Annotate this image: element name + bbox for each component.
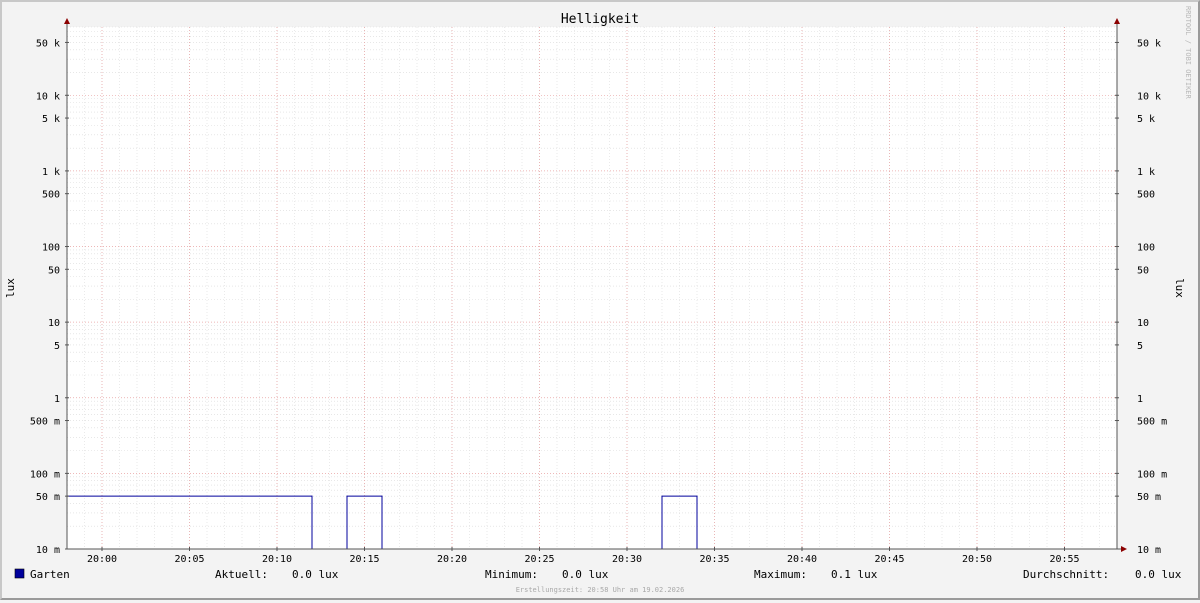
y-tick-label: 100 m [1137, 469, 1167, 480]
y-tick-label: 500 m [30, 417, 60, 428]
y-tick-label: 50 [1137, 265, 1149, 276]
chart: 50 k 10 k 5 k 1 k 500 100 50 10 5 1 500 m 100 m 50 m… [4, 6, 1192, 594]
y-tick-label: 10 m [1137, 545, 1161, 556]
x-tick-label: 20:00 [87, 554, 117, 565]
chart-title: Helligkeit [561, 12, 639, 27]
y-tick-label: 10 [48, 318, 60, 329]
y-tick-label: 100 [42, 243, 60, 254]
x-axis-arrow [1121, 546, 1127, 552]
y-tick-labels-left: 50 k 10 k 5 k 1 k 500 100 50 10 5 1 500 m 100 m 50 m… [30, 38, 60, 556]
x-tick-labels: 20:00 20:05 20:10 20:15 20:20 20:25 20:30 20:35… [87, 554, 1080, 565]
stat-minimum-label: Minimum: [485, 568, 538, 581]
graph-frame: 50 k 10 k 5 k 1 k 500 100 50 10 5 1 500 m 100 m 50 m… [0, 0, 1200, 600]
y-tick-label: 10 [1137, 318, 1149, 329]
y-tick-label: 50 k [1137, 38, 1161, 49]
x-tick-label: 20:20 [437, 554, 467, 565]
y-tick-label: 500 [1137, 190, 1155, 201]
y-tick-label: 1 [54, 394, 60, 405]
y-tick-label: 5 [54, 341, 60, 352]
y-tick-label: 1 [1137, 394, 1143, 405]
footer-timestamp: Erstellungszeit: 20:58 Uhr am 19.02.2026 [516, 586, 685, 594]
stat-average-value: 0.0 lux [1135, 568, 1182, 581]
y-tick-label: 50 m [36, 492, 60, 503]
y-tick-label: 500 m [1137, 417, 1167, 428]
y-tick-label: 5 [1137, 341, 1143, 352]
y-tick-label: 100 m [30, 469, 60, 480]
x-tick-label: 20:10 [262, 554, 292, 565]
y-axis-label-right: lux [1173, 278, 1186, 298]
y-tick-label: 5 k [42, 114, 60, 125]
x-tick-label: 20:25 [524, 554, 554, 565]
y-tick-label: 100 [1137, 243, 1155, 254]
legend-series-name: Garten [30, 568, 70, 581]
y-tick-label: 1 k [42, 167, 60, 178]
stat-minimum-value: 0.0 lux [562, 568, 609, 581]
y-axis-arrow-right [1114, 18, 1120, 24]
x-tick-label: 20:50 [962, 554, 992, 565]
y-tick-label: 50 [48, 265, 60, 276]
x-tick-label: 20:05 [174, 554, 204, 565]
stat-average-label: Durchschnitt: [1023, 568, 1109, 581]
x-tick-label: 20:30 [612, 554, 642, 565]
y-tick-label: 500 [42, 190, 60, 201]
x-tick-label: 20:15 [349, 554, 379, 565]
y-tick-label: 10 k [36, 91, 60, 102]
x-tick-label: 20:40 [787, 554, 817, 565]
legend-swatch [14, 568, 25, 579]
y-tick-labels-right: 50 k 10 k 5 k 1 k 500 100 50 10 5 1 500 m 100 m 50 m… [1137, 38, 1167, 556]
y-tick-label: 50 k [36, 38, 60, 49]
y-tick-label: 50 m [1137, 492, 1161, 503]
y-tick-label: 10 k [1137, 91, 1161, 102]
y-axis-arrow-left [64, 18, 70, 24]
stat-current-value: 0.0 lux [292, 568, 339, 581]
y-axis-label-left: lux [4, 278, 17, 298]
watermark: RRDTOOL / TOBI OETIKER [1184, 6, 1192, 100]
stat-maximum-label: Maximum: [754, 568, 807, 581]
stat-current-label: Aktuell: [215, 568, 268, 581]
y-tick-label: 1 k [1137, 167, 1155, 178]
stat-maximum-value: 0.1 lux [831, 568, 878, 581]
x-tick-label: 20:35 [699, 554, 729, 565]
y-tick-label: 10 m [36, 545, 60, 556]
y-tick-label: 5 k [1137, 114, 1155, 125]
x-tick-label: 20:45 [874, 554, 904, 565]
x-tick-label: 20:55 [1049, 554, 1079, 565]
